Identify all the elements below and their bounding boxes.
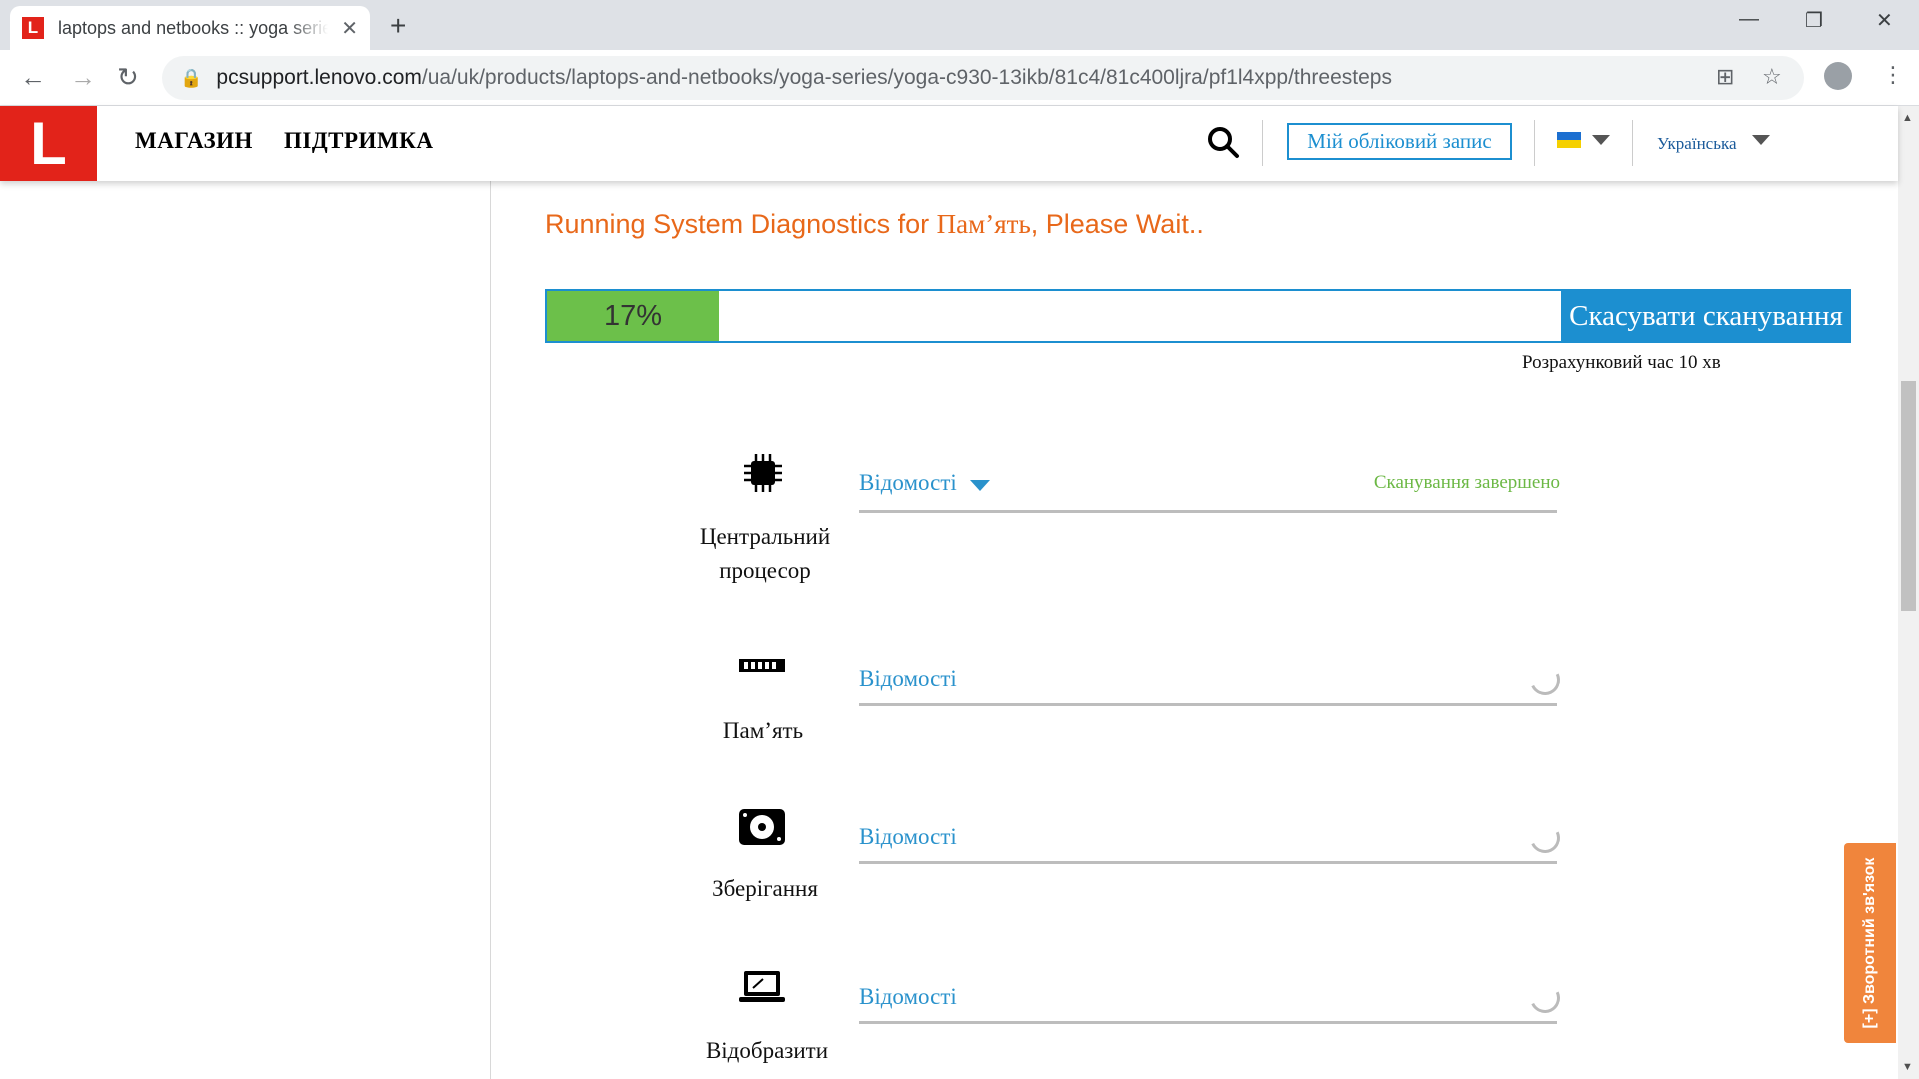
- language-dropdown-chevron-icon[interactable]: [1752, 135, 1770, 145]
- hard-drive-icon: [739, 809, 785, 845]
- diagnostics-title: Running System Diagnostics for Пам’ять, …: [545, 209, 1204, 239]
- details-toggle[interactable]: Відомості: [859, 824, 957, 850]
- details-chevron-down-icon[interactable]: [970, 480, 990, 491]
- row-divider: [859, 1021, 1557, 1024]
- test-name: Пам’ять: [722, 718, 804, 743]
- reload-icon[interactable]: ↻: [117, 62, 139, 93]
- translate-icon[interactable]: ⊞: [1716, 64, 1734, 90]
- country-dropdown-chevron-icon[interactable]: [1592, 135, 1610, 145]
- cpu-chip-icon: [744, 454, 782, 492]
- scan-complete-status: Сканування завершено: [1373, 472, 1560, 493]
- forward-arrow-icon[interactable]: →: [70, 62, 96, 93]
- browser-toolbar: ← → ↻ 🔒 pcsupport.lenovo.com/ua/uk/produ…: [0, 50, 1919, 106]
- row-divider: [859, 861, 1557, 864]
- feedback-tab[interactable]: [+] Зворотний зв'язок: [1844, 843, 1896, 1043]
- page-scrollbar[interactable]: ▲ ▼: [1898, 106, 1919, 1079]
- test-name: Центральний процесор: [699, 524, 831, 583]
- minimize-window-icon[interactable]: —: [1739, 8, 1759, 31]
- language-selector[interactable]: Українська: [1657, 134, 1737, 154]
- sidebar-divider: [490, 181, 491, 1079]
- memory-ram-icon: [739, 659, 785, 672]
- loading-spinner-icon: [1525, 978, 1565, 1018]
- row-divider: [859, 510, 1557, 513]
- scroll-down-arrow-icon[interactable]: ▼: [1902, 1061, 1913, 1073]
- progress-percent: 17%: [603, 299, 663, 332]
- url-text: pcsupport.lenovo.com/ua/uk/products/lapt…: [216, 66, 1392, 89]
- back-arrow-icon[interactable]: ←: [20, 62, 46, 93]
- my-account-button[interactable]: Мій обліковий запис: [1287, 123, 1512, 160]
- scrollbar-thumb[interactable]: [1901, 381, 1916, 611]
- loading-spinner-icon: [1525, 660, 1565, 700]
- search-icon[interactable]: [1205, 124, 1241, 160]
- browser-menu-icon[interactable]: ⋮: [1882, 62, 1904, 88]
- address-bar[interactable]: 🔒 pcsupport.lenovo.com/ua/uk/products/la…: [162, 56, 1804, 100]
- header-separator: [1262, 120, 1263, 166]
- cancel-scan-button[interactable]: Скасувати сканування: [1561, 289, 1851, 343]
- progress-fill: 17%: [547, 291, 719, 341]
- site-header: L МАГАЗИН ПІДТРИМКА Мій обліковий запис …: [0, 106, 1898, 181]
- lenovo-favicon-icon: L: [22, 17, 44, 39]
- feedback-label: [+] Зворотний зв'язок: [1861, 857, 1878, 1029]
- row-divider: [859, 703, 1557, 706]
- details-toggle[interactable]: Відомості: [859, 470, 957, 496]
- header-separator: [1632, 120, 1633, 166]
- details-toggle[interactable]: Відомості: [859, 984, 957, 1010]
- close-window-icon[interactable]: ✕: [1876, 8, 1893, 33]
- ukraine-flag-icon[interactable]: [1557, 132, 1581, 148]
- close-tab-icon[interactable]: ✕: [341, 16, 358, 41]
- profile-avatar-icon[interactable]: [1824, 62, 1852, 90]
- nav-shop[interactable]: МАГАЗИН: [135, 128, 253, 154]
- loading-spinner-icon: [1525, 818, 1565, 858]
- lenovo-logo[interactable]: L: [0, 106, 97, 181]
- nav-support[interactable]: ПІДТРИМКА: [284, 128, 433, 154]
- details-toggle[interactable]: Відомості: [859, 666, 957, 692]
- scroll-up-arrow-icon[interactable]: ▲: [1902, 112, 1913, 124]
- new-tab-button[interactable]: +: [390, 10, 406, 42]
- browser-tab[interactable]: L laptops and netbooks :: yoga series ✕: [10, 6, 370, 50]
- tab-title: laptops and netbooks :: yoga series: [58, 17, 328, 38]
- bookmark-star-icon[interactable]: ☆: [1762, 64, 1782, 90]
- estimated-time: Розрахунковий час 10 хв: [1522, 352, 1721, 373]
- lock-icon: 🔒: [180, 67, 203, 88]
- header-separator: [1534, 120, 1535, 166]
- browser-tabstrip: L laptops and netbooks :: yoga series ✕ …: [0, 0, 1919, 50]
- restore-window-icon[interactable]: ❐: [1805, 8, 1823, 33]
- laptop-display-icon: [739, 971, 785, 1002]
- test-name: Зберігання: [712, 876, 818, 901]
- test-name: Відобразити: [705, 1038, 829, 1063]
